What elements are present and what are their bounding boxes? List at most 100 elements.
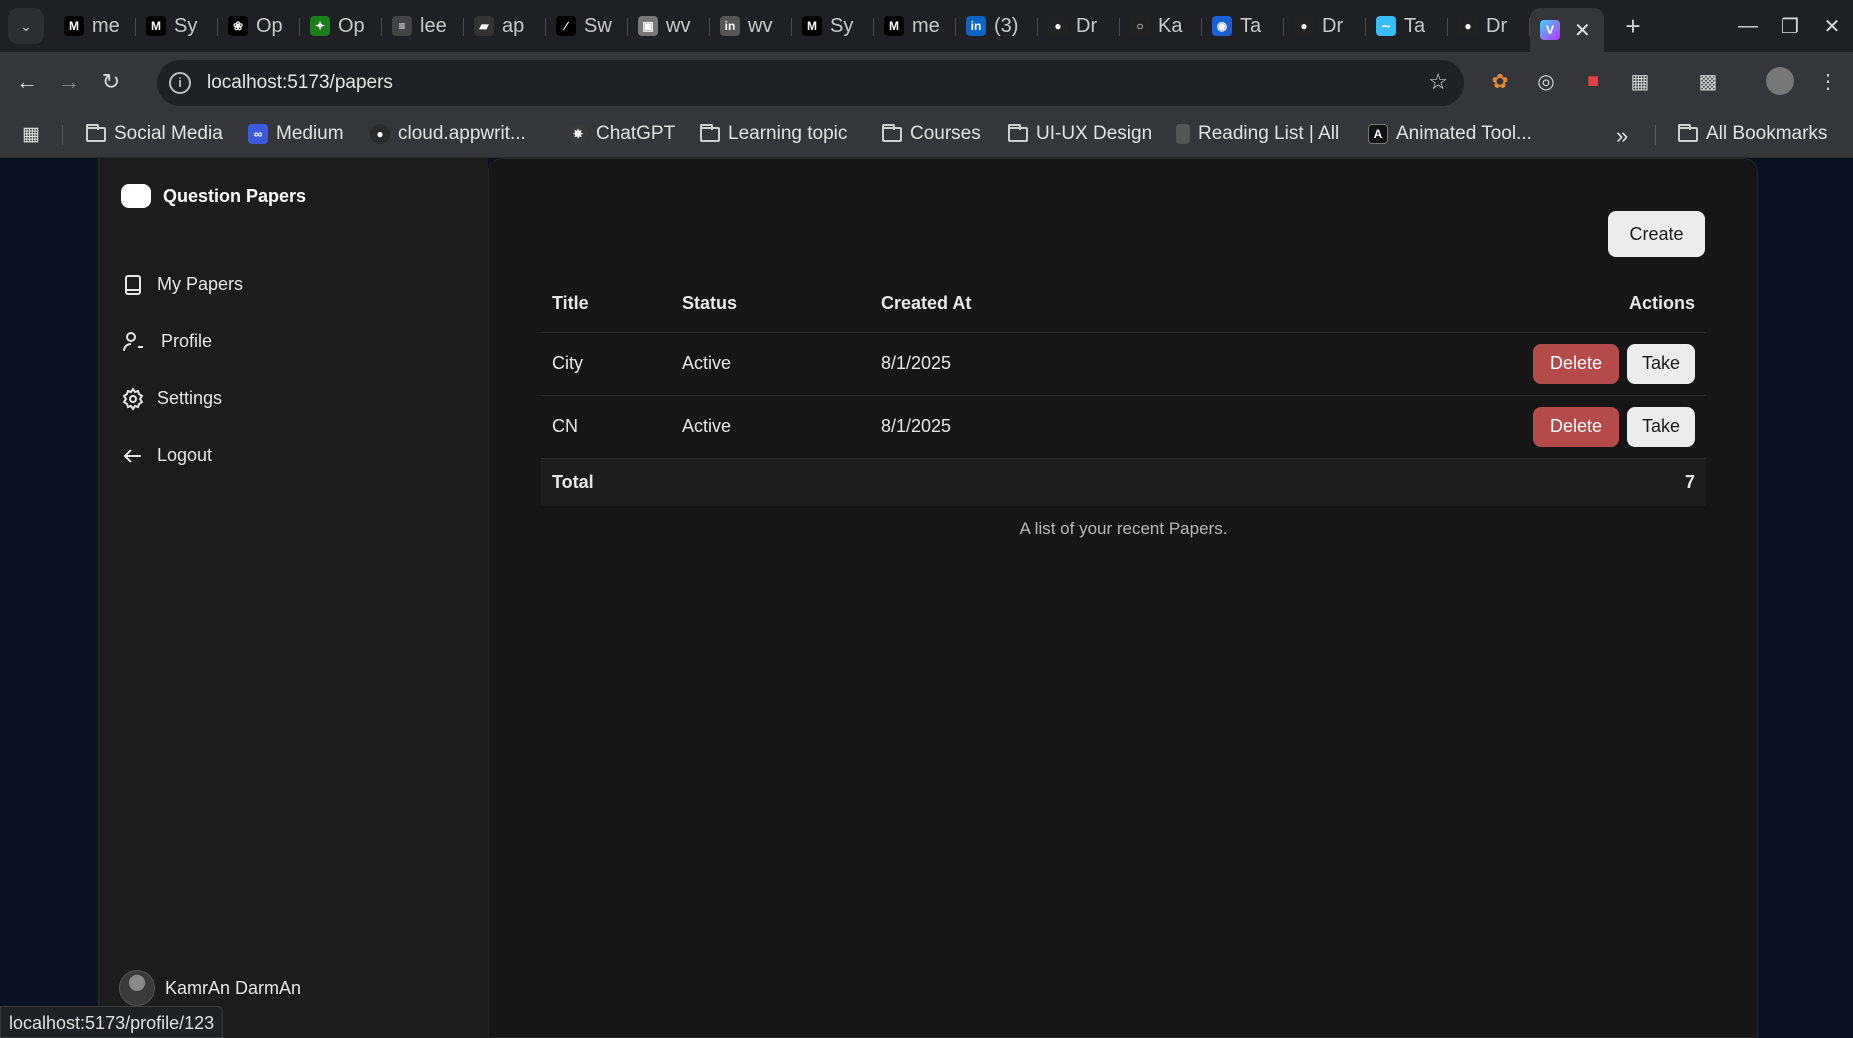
folder-icon (700, 123, 720, 142)
tab[interactable]: ∕ Sw (546, 8, 628, 44)
tab[interactable]: in wv (710, 8, 792, 44)
bookmark-learning-topic[interactable]: Learning topic (700, 123, 847, 145)
bookmark-appwrite[interactable]: ● cloud.appwrit... (370, 123, 526, 145)
tab-label: me (92, 14, 120, 37)
red-extension-icon[interactable]: ■ (1580, 68, 1606, 94)
more-bookmarks-icon[interactable]: » (1616, 123, 1628, 149)
browser-toolbar: ← → ↻ i localhost:5173/papers ☆ ✿ ◎ ■ ▦ … (0, 52, 1853, 112)
tab[interactable]: ≡ lee (382, 8, 464, 44)
minimize-icon[interactable]: — (1737, 15, 1759, 38)
profile-avatar-icon[interactable] (1766, 67, 1794, 95)
paper-status: Active (671, 395, 870, 459)
column-header-title: Title (541, 275, 671, 333)
close-window-icon[interactable]: ✕ (1821, 14, 1843, 39)
tab[interactable]: Mme (54, 8, 136, 44)
qr-grid-icon[interactable]: ▩ (1695, 68, 1721, 94)
bookmark-ui-ux-design[interactable]: UI-UX Design (1008, 123, 1152, 145)
table-header-row: Title Status Created At Actions (541, 275, 1706, 333)
tab-list: Mme M Sy ❀ Op ✦ Op ≡ lee ▰ ap ∕ Sw ▣ wv in wv M Sy Mme in (3)… (54, 0, 1530, 52)
tailwind-icon: ∼ (1376, 16, 1396, 36)
user-profile[interactable]: KamrAn DarmAn (119, 970, 301, 1006)
tab[interactable]: ❀ Op (218, 8, 300, 44)
url-text[interactable]: localhost:5173/papers (207, 72, 393, 94)
row-actions: Delete Take (1186, 332, 1706, 396)
site-info-icon[interactable]: i (169, 72, 191, 94)
tab[interactable]: M Sy (136, 8, 218, 44)
address-bar[interactable]: i localhost:5173/papers ☆ (157, 60, 1464, 106)
chevron-down-icon: ⌄ (20, 17, 32, 34)
sparkle-icon: ✦ (310, 16, 330, 36)
tab[interactable]: in (3) (956, 8, 1038, 44)
brand-name: Question Papers (163, 185, 307, 206)
bookmark-chatgpt[interactable]: ✸ ChatGPT (568, 123, 675, 145)
total-label: Total (541, 458, 1187, 506)
paper-title: CN (541, 395, 671, 459)
column-header-actions: Actions (1186, 275, 1706, 333)
delete-button[interactable]: Delete (1533, 343, 1619, 384)
menu-dots-icon[interactable]: ⋮ (1815, 68, 1841, 94)
tab-label: wv (666, 14, 691, 37)
close-tab-icon[interactable]: ✕ (1574, 18, 1591, 43)
tab[interactable]: ✦ Op (300, 8, 382, 44)
bookmark-label: Medium (276, 123, 344, 144)
total-value: 7 (1186, 458, 1706, 506)
tab[interactable]: ◉ Ta (1202, 8, 1284, 44)
take-button[interactable]: Take (1627, 343, 1695, 384)
bookmarks-divider (1655, 125, 1656, 145)
tab[interactable]: ● Dr (1448, 8, 1530, 44)
tab-label: lee (420, 14, 447, 37)
tab[interactable]: ○ Ka (1120, 8, 1202, 44)
bookmark-medium[interactable]: ∞ Medium (248, 123, 344, 145)
column-header-created-at: Created At (870, 275, 1187, 333)
bookmarks-bar: ▦ Social Media ∞ Medium ● cloud.appwrit.… (0, 112, 1853, 158)
tab-label: Op (256, 14, 283, 37)
sidebar-item-logout[interactable]: Logout (121, 427, 243, 484)
reload-button[interactable]: ↻ (96, 69, 126, 95)
browser-tabstrip: ⌄ Mme M Sy ❀ Op ✦ Op ≡ lee ▰ ap ∕ Sw ▣ wv in wv M Sy Mme in(… (0, 0, 1853, 52)
take-button[interactable]: Take (1627, 406, 1695, 447)
tab[interactable]: ● Dr (1284, 8, 1366, 44)
tab[interactable]: Mme (874, 8, 956, 44)
user-name: KamrAn DarmAn (165, 977, 302, 998)
tab[interactable]: M Sy (792, 8, 874, 44)
cookie-extension-icon[interactable]: ✿ (1487, 68, 1513, 94)
bookmark-animated-tool[interactable]: A Animated Tool... (1368, 123, 1532, 145)
bookmark-social-media[interactable]: Social Media (86, 123, 223, 145)
paper-created-at: 8/1/2025 (870, 395, 1187, 459)
delete-button[interactable]: Delete (1533, 406, 1619, 447)
new-tab-button[interactable]: + (1618, 11, 1648, 42)
back-button[interactable]: ← (12, 69, 42, 95)
sidebar-item-settings[interactable]: Settings (121, 370, 243, 427)
folder-icon (1008, 123, 1028, 142)
linkedin-icon: in (720, 16, 740, 36)
restore-icon[interactable]: ❐ (1779, 14, 1801, 39)
folder-icon (882, 123, 902, 142)
extensions-puzzle-icon[interactable]: ▦ (1627, 68, 1653, 94)
forward-button[interactable]: → (54, 69, 84, 95)
brand[interactable]: Question Papers (121, 184, 306, 208)
gear-icon (122, 386, 144, 411)
target-extension-icon[interactable]: ◎ (1533, 68, 1559, 94)
tab[interactable]: ∼ Ta (1366, 8, 1448, 44)
app-logo-icon (121, 184, 151, 208)
tab-active[interactable]: V ✕ (1530, 8, 1604, 52)
sidebar-item-my-papers[interactable]: My Papers (121, 256, 243, 313)
bookmark-courses[interactable]: Courses (882, 123, 981, 145)
tab-search-button[interactable]: ⌄ (8, 8, 44, 44)
bookmark-reading-list[interactable]: Reading List | All (1176, 123, 1339, 145)
drizzle-icon: ● (1458, 16, 1478, 36)
medium-icon: ∞ (248, 124, 268, 144)
sidebar-item-profile[interactable]: Profile (121, 313, 243, 370)
tab[interactable]: ▣ wv (628, 8, 710, 44)
main-content: Create Title Status Created At Actions C… (488, 158, 1758, 1038)
create-button[interactable]: Create (1608, 211, 1705, 257)
medium-icon: M (884, 16, 904, 36)
a-icon: A (1368, 124, 1388, 144)
tab[interactable]: ▰ ap (464, 8, 546, 44)
apps-grid-icon[interactable]: ▦ (22, 123, 40, 146)
all-bookmarks[interactable]: All Bookmarks (1678, 123, 1827, 145)
bookmark-star-icon[interactable]: ☆ (1428, 69, 1448, 95)
tab[interactable]: ● Dr (1038, 8, 1120, 44)
tab-label: Sw (584, 14, 612, 37)
bookmark-label: Animated Tool... (1396, 123, 1532, 144)
